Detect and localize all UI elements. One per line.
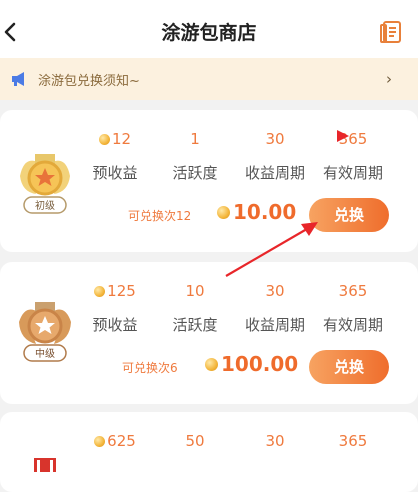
annotation-arrow-icon [225,225,313,277]
annotation-arrowhead-icon [301,222,318,236]
annotation-pointer-icon [337,130,349,142]
annotation-overlay [225,130,349,277]
